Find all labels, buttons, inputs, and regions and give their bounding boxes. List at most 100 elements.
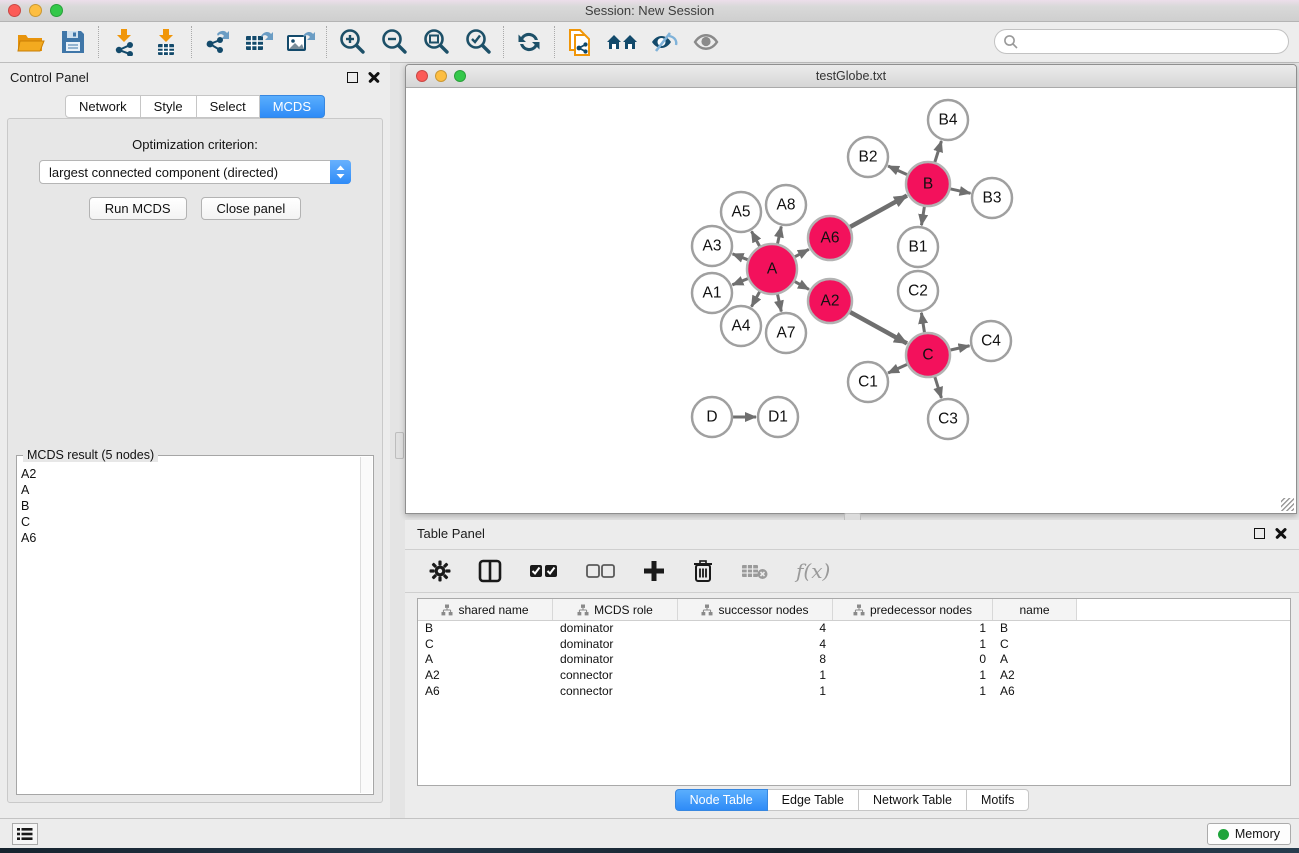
- deselect-all-icon[interactable]: [586, 563, 616, 579]
- graph-node-C4[interactable]: C4: [971, 321, 1011, 361]
- column-header-name[interactable]: name: [993, 599, 1077, 620]
- select-all-icon[interactable]: [529, 563, 559, 579]
- tab-style[interactable]: Style: [141, 95, 197, 118]
- graph-edge-C-C2[interactable]: [921, 313, 924, 334]
- graph-edge-A-A3[interactable]: [733, 254, 749, 260]
- zoom-in-icon[interactable]: [331, 25, 373, 59]
- result-list-scrollbar[interactable]: [360, 457, 372, 793]
- graph-node-C2[interactable]: C2: [898, 271, 938, 311]
- graph-edge-A-A5[interactable]: [752, 231, 761, 247]
- graph-edge-C-C3[interactable]: [935, 376, 942, 398]
- list-item[interactable]: A: [21, 482, 359, 498]
- graph-edge-B-B3[interactable]: [949, 189, 970, 194]
- table-row[interactable]: Cdominator41C: [418, 637, 1290, 653]
- network-canvas[interactable]: B4 B2 B B3 A8A5 A6 A3 B1 A C2 A1 A2 A4A7 C4 C C1 D D1 C3: [406, 88, 1296, 513]
- import-table-icon[interactable]: [145, 25, 187, 59]
- close-panel-icon[interactable]: [368, 71, 380, 83]
- table-row[interactable]: A6connector11A6: [418, 684, 1290, 700]
- column-header-predecessor-nodes[interactable]: predecessor nodes: [833, 599, 993, 620]
- search-input[interactable]: [994, 29, 1289, 54]
- graph-node-A8[interactable]: A8: [766, 185, 806, 225]
- save-session-icon[interactable]: [52, 25, 94, 59]
- run-mcds-button[interactable]: Run MCDS: [89, 197, 187, 220]
- table-row[interactable]: Bdominator41B: [418, 621, 1290, 637]
- graph-node-A7[interactable]: A7: [766, 313, 806, 353]
- graph-edge-B-B1[interactable]: [921, 206, 924, 226]
- list-item[interactable]: C: [21, 514, 359, 530]
- graph-edge-B-B4[interactable]: [935, 141, 942, 163]
- graph-edge-B-B2[interactable]: [888, 166, 908, 175]
- graph-edge-A-A8[interactable]: [777, 226, 781, 244]
- tab-node-table[interactable]: Node Table: [675, 789, 768, 811]
- table-row[interactable]: Adominator80A: [418, 652, 1290, 668]
- tab-mcds[interactable]: MCDS: [260, 95, 325, 118]
- duplicate-network-icon[interactable]: [559, 25, 601, 59]
- node-table[interactable]: shared nameMCDS rolesuccessor nodesprede…: [417, 598, 1291, 786]
- export-table-icon[interactable]: [238, 25, 280, 59]
- graph-node-A2[interactable]: A2: [808, 279, 852, 323]
- graph-edge-A-A7[interactable]: [777, 293, 781, 311]
- export-image-icon[interactable]: [280, 25, 322, 59]
- graph-node-B1[interactable]: B1: [898, 227, 938, 267]
- tab-select[interactable]: Select: [197, 95, 260, 118]
- graph-node-A[interactable]: A: [747, 244, 797, 294]
- column-header-shared-name[interactable]: shared name: [418, 599, 553, 620]
- column-manager-icon[interactable]: [478, 559, 502, 583]
- resize-grip-icon[interactable]: [1281, 498, 1294, 511]
- network-window-titlebar[interactable]: testGlobe.txt: [406, 65, 1296, 88]
- list-item[interactable]: A2: [21, 466, 359, 482]
- import-network-icon[interactable]: [103, 25, 145, 59]
- graph-edge-C-C4[interactable]: [949, 346, 969, 350]
- criterion-dropdown[interactable]: largest connected component (directed): [39, 160, 351, 184]
- column-header-mcds-role[interactable]: MCDS role: [553, 599, 678, 620]
- graph-edge-A6-B[interactable]: [849, 196, 907, 228]
- zoom-selected-icon[interactable]: [457, 25, 499, 59]
- graph-node-A4[interactable]: A4: [721, 306, 761, 346]
- table-row[interactable]: A2connector11A2: [418, 668, 1290, 684]
- list-item[interactable]: A6: [21, 530, 359, 546]
- settings-gear-icon[interactable]: [429, 560, 451, 582]
- table-close-panel-icon[interactable]: [1275, 527, 1287, 539]
- task-history-button[interactable]: [12, 823, 38, 845]
- zoom-fit-icon[interactable]: [415, 25, 457, 59]
- export-network-icon[interactable]: [196, 25, 238, 59]
- hide-selected-icon[interactable]: [643, 25, 685, 59]
- graph-node-A3[interactable]: A3: [692, 226, 732, 266]
- add-column-icon[interactable]: [643, 560, 665, 582]
- vertical-splitter-handle[interactable]: [395, 432, 404, 459]
- graph-edge-C-C1[interactable]: [888, 364, 908, 373]
- graph-node-A1[interactable]: A1: [692, 273, 732, 313]
- graph-node-B[interactable]: B: [906, 162, 950, 206]
- graph-node-C[interactable]: C: [906, 333, 950, 377]
- show-all-icon[interactable]: [685, 25, 727, 59]
- graph-node-C1[interactable]: C1: [848, 362, 888, 402]
- graph-edge-A-A1[interactable]: [732, 278, 748, 285]
- home-layout-icon[interactable]: [601, 25, 643, 59]
- tab-network[interactable]: Network: [65, 95, 141, 118]
- graph-node-B4[interactable]: B4: [928, 100, 968, 140]
- tab-motifs[interactable]: Motifs: [967, 789, 1029, 811]
- graph-node-A5[interactable]: A5: [721, 192, 761, 232]
- mcds-result-list[interactable]: A2ABCA6: [21, 466, 359, 792]
- tab-edge-table[interactable]: Edge Table: [768, 789, 859, 811]
- refresh-icon[interactable]: [508, 25, 550, 59]
- open-file-icon[interactable]: [10, 25, 52, 59]
- graph-edge-A-A4[interactable]: [752, 291, 761, 307]
- zoom-out-icon[interactable]: [373, 25, 415, 59]
- graph-node-D[interactable]: D: [692, 397, 732, 437]
- graph-node-D1[interactable]: D1: [758, 397, 798, 437]
- graph-node-B3[interactable]: B3: [972, 178, 1012, 218]
- float-panel-icon[interactable]: [347, 72, 358, 83]
- column-header-successor-nodes[interactable]: successor nodes: [678, 599, 833, 620]
- list-item[interactable]: B: [21, 498, 359, 514]
- graph-edge-A2-C[interactable]: [849, 312, 907, 344]
- graph-edge-A-A2[interactable]: [794, 281, 809, 289]
- table-float-panel-icon[interactable]: [1254, 528, 1265, 539]
- delete-column-icon[interactable]: [692, 559, 714, 583]
- graph-edge-A-A6[interactable]: [794, 249, 809, 257]
- tab-network-table[interactable]: Network Table: [859, 789, 967, 811]
- graph-node-B2[interactable]: B2: [848, 137, 888, 177]
- close-panel-button[interactable]: Close panel: [201, 197, 302, 220]
- graph-node-C3[interactable]: C3: [928, 399, 968, 439]
- graph-node-A6[interactable]: A6: [808, 216, 852, 260]
